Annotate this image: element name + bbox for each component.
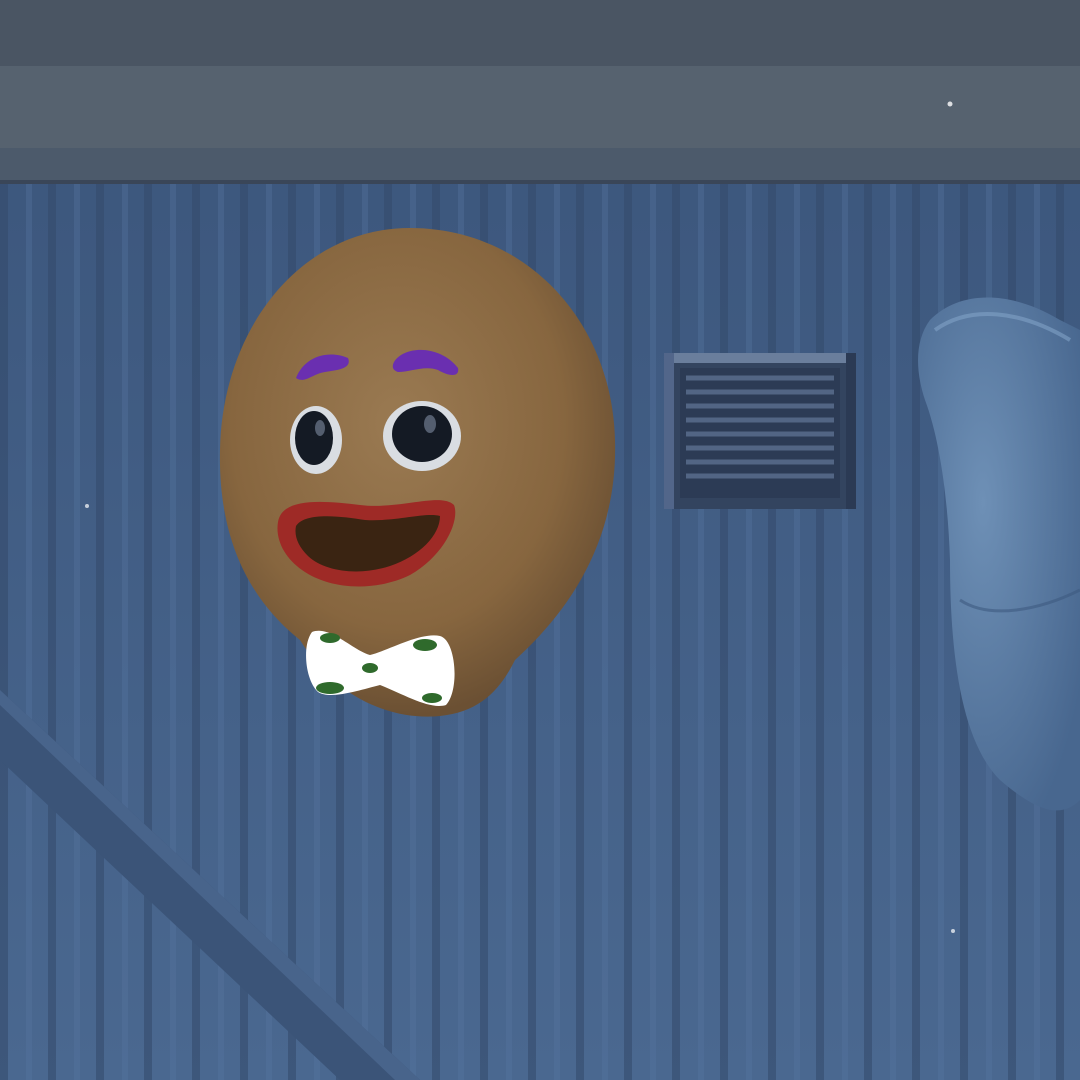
left-pupil (295, 411, 333, 465)
game-scene (0, 0, 1080, 1080)
ceiling-beam (0, 0, 1080, 184)
wall-vent (664, 353, 856, 509)
right-pupil (392, 406, 452, 462)
